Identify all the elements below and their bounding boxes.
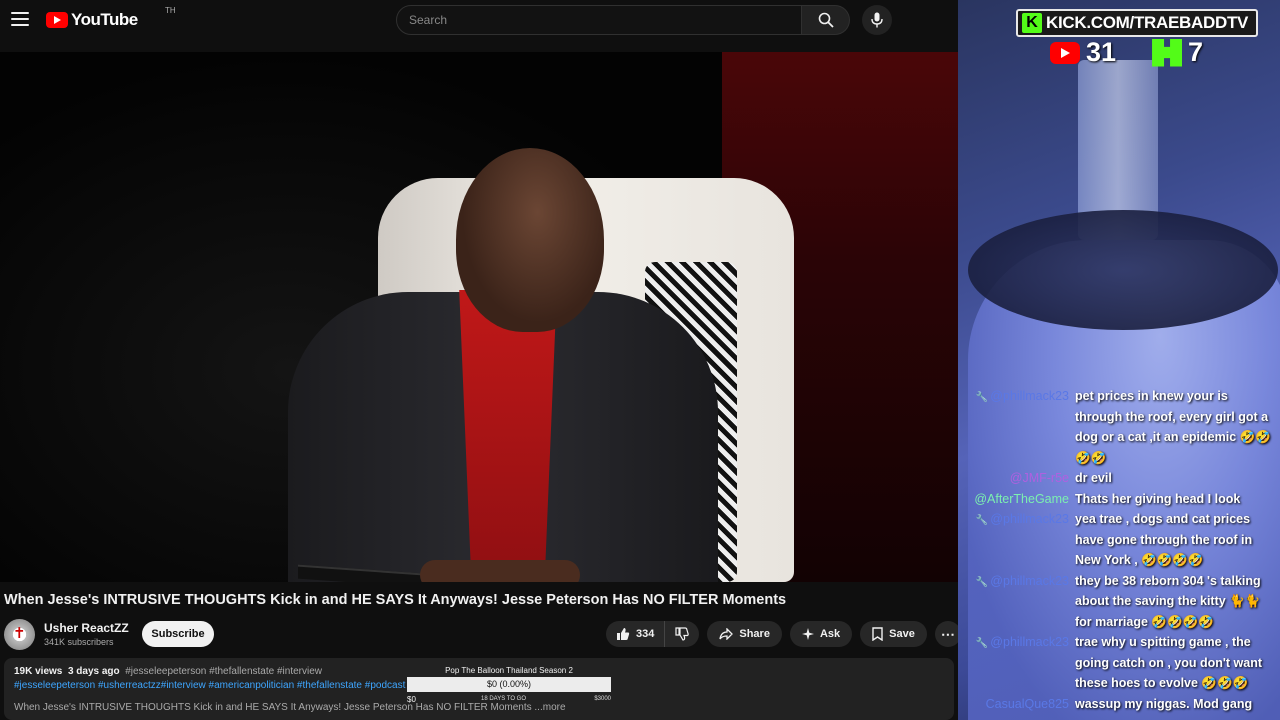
chat-username: 🔧 @phillmack23	[975, 635, 1069, 649]
search-button[interactable]	[802, 5, 850, 35]
view-count: 19K views	[14, 666, 63, 677]
youtube-logo-icon	[46, 12, 68, 28]
chat-text: Thats her giving head I look	[1075, 491, 1241, 506]
chat-message: CasualQue825 wassup my niggas. Mod gang	[962, 694, 1280, 715]
chat-username: @AfterTheGame	[974, 491, 1069, 506]
chat-username: 🔧 @phillmack23	[975, 512, 1069, 526]
channel-avatar[interactable]	[4, 618, 35, 650]
share-icon	[719, 628, 734, 640]
more-icon: ⋯	[940, 625, 955, 642]
search-input[interactable]: Search	[396, 5, 802, 35]
video-player[interactable]	[0, 52, 958, 582]
chat-username: @JMF-r5e	[1009, 471, 1069, 485]
fundraiser-days-left: 18 DAYS TO GO	[481, 696, 527, 702]
chat-username: 🔧 @phillmack23	[975, 573, 1069, 588]
fundraiser-progress: $0 (0.00%)	[407, 677, 611, 692]
youtube-viewer-count: 31	[1086, 37, 1117, 67]
chat-message: 🔧 @phillmack23 trae why u spitting game ,…	[962, 632, 1280, 694]
channel-name[interactable]: Usher ReactZZ	[44, 621, 129, 635]
like-button[interactable]: 334	[606, 621, 666, 647]
fundraiser-title: Pop The Balloon Thailand Season 2	[445, 666, 573, 675]
streamer-cap	[968, 210, 1278, 330]
microphone-icon	[871, 12, 883, 28]
viewer-counts: 31 7	[1050, 37, 1203, 68]
voice-search-button[interactable]	[862, 5, 892, 35]
kick-icon	[1152, 38, 1183, 67]
like-count: 334	[636, 628, 655, 640]
chat-overlay: 🔧 @phillmack23 pet prices in knew your is…	[962, 386, 1280, 714]
youtube-icon	[1050, 41, 1080, 64]
fundraiser-min: $0	[407, 695, 416, 704]
dislike-button[interactable]	[665, 621, 699, 647]
kick-banner: K KICK.COM/TRAEBADDTV	[1016, 9, 1258, 37]
subscriber-count: 341K subscribers	[44, 637, 114, 647]
ask-button[interactable]: Ask	[789, 621, 853, 647]
chat-message: @AfterTheGame Thats her giving head I lo…	[962, 489, 1280, 510]
search-placeholder: Search	[409, 13, 448, 27]
bookmark-icon	[872, 627, 883, 641]
chat-text: yea trae , dogs and cat prices have gone…	[1075, 512, 1253, 567]
channel-info: Usher ReactZZ 341K subscribers	[44, 621, 129, 647]
speaker-hands	[420, 560, 580, 582]
save-button[interactable]: Save	[860, 621, 927, 647]
ask-label: Ask	[819, 628, 841, 640]
wrench-icon: 🔧	[975, 392, 989, 403]
more-actions-button[interactable]: ⋯	[934, 621, 958, 647]
chat-text: trae why u spitting game , the going cat…	[1075, 635, 1262, 690]
share-label: Share	[739, 628, 770, 640]
search-icon	[818, 12, 834, 28]
save-label: Save	[889, 628, 915, 640]
like-dislike-group: 334	[606, 621, 700, 647]
wrench-icon: 🔧	[975, 638, 989, 649]
kick-viewer-count: 7	[1188, 37, 1204, 67]
chat-text: pet prices in knew your is through the r…	[1075, 389, 1271, 465]
share-button[interactable]: Share	[707, 621, 782, 647]
youtube-logo[interactable]: YouTube TH	[46, 6, 176, 30]
hashtags-top[interactable]: #jesseleepeterson #thefallenstate #inter…	[125, 666, 322, 677]
menu-icon[interactable]	[10, 9, 30, 29]
chat-message: 🔧 @phillmack23 they be 38 reborn 304 's t…	[962, 571, 1280, 633]
thumbs-up-icon	[617, 628, 630, 640]
sparkle-icon	[801, 628, 814, 640]
chat-message: 🔧 @phillmack23 pet prices in knew your is…	[962, 386, 1280, 468]
chat-username: 🔧 @phillmack23	[975, 389, 1069, 403]
chat-username: CasualQue825	[985, 696, 1069, 711]
thumbs-down-icon	[675, 627, 690, 641]
upload-age: 3 days ago	[67, 666, 120, 677]
chat-text: wassup my niggas. Mod gang	[1075, 696, 1253, 711]
logo-text: YouTube	[71, 10, 138, 29]
wrench-icon: 🔧	[975, 515, 989, 526]
channel-owner: Usher ReactZZ 341K subscribers	[4, 618, 129, 650]
subscribe-button[interactable]: Subscribe	[142, 621, 214, 647]
chat-text: they be 38 reborn 304 's talking about t…	[1075, 573, 1261, 629]
fundraiser-widget: Pop The Balloon Thailand Season 2 $0 (0.…	[407, 666, 611, 706]
fundraiser-goal: $3000	[594, 696, 611, 702]
video-title: When Jesse's INTRUSIVE THOUGHTS Kick in …	[4, 592, 787, 608]
chat-message: 🔧 @phillmack23 yea trae , dogs and cat pr…	[962, 509, 1280, 571]
kick-url: KICK.COM/TRAEBADDTV	[1046, 13, 1249, 32]
chat-message: @JMF-r5e dr evil	[962, 468, 1280, 489]
video-actions: 334 Share Ask Save ⋯	[606, 621, 958, 647]
masthead: YouTube TH Search	[0, 0, 958, 40]
kick-logo-icon: K	[1022, 13, 1042, 33]
chat-text: dr evil	[1075, 471, 1112, 485]
speaker-head	[456, 148, 604, 332]
logo-region: TH	[165, 6, 176, 15]
youtube-window: YouTube TH Search When Jesse's INTRUSIVE…	[0, 0, 958, 720]
wrench-icon: 🔧	[975, 576, 989, 588]
